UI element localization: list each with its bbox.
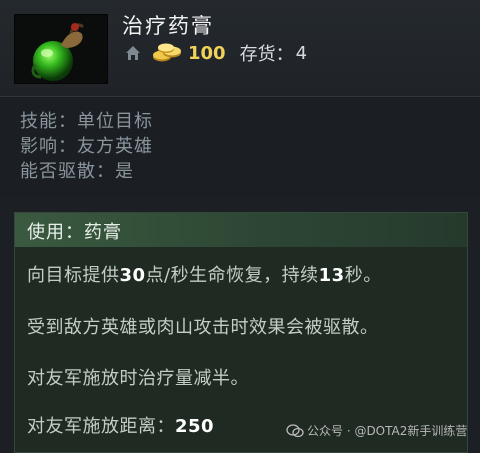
desc-text: 向目标提供 (27, 265, 120, 286)
attribute-dispellable: 能否驱散：是 (20, 157, 134, 183)
attribute-value: 友方英雄 (77, 136, 153, 157)
active-ability-box: 使用：药膏 向目标提供30点/秒生命恢复，持续13秒。 受到敌方英雄或肉山攻击时… (14, 212, 468, 453)
item-attributes: 技能：单位目标 影响：友方英雄 能否驱散：是 (0, 96, 480, 197)
healing-salve-item-icon (14, 14, 108, 84)
active-ability-title: 使用：药膏 (27, 222, 122, 243)
attribute-label: 能否驱散： (20, 161, 115, 182)
description-line-ally: 对友军施放时治疗量减半。 (27, 368, 249, 389)
home-icon (126, 46, 140, 60)
attribute-label: 影响： (20, 136, 77, 157)
wechat-icon (286, 423, 304, 437)
description-line-range: 对友军施放距离：250 (27, 412, 214, 438)
cost-row: 100 存货： 4 (124, 40, 307, 66)
cast-range-value: 250 (175, 416, 215, 437)
item-header: 治疗药膏 100 存货： 4 (0, 0, 480, 96)
desc-text: 点/秒生命恢复，持续 (145, 265, 319, 286)
active-ability-header: 使用：药膏 (15, 213, 467, 247)
attribute-label: 技能： (20, 111, 77, 132)
gold-coins-icon (153, 43, 181, 62)
attribute-value: 是 (115, 161, 134, 182)
stock-label: 存货： (239, 44, 294, 65)
duration-value: 13 (318, 265, 345, 286)
attribute-value: 单位目标 (77, 111, 153, 132)
gold-cost: 100 (188, 42, 226, 64)
hp-regen-value: 30 (119, 265, 146, 286)
watermark-text: 公众号 · @DOTA2新手训练营 (307, 424, 468, 438)
item-name: 治疗药膏 (122, 14, 214, 38)
watermark: 公众号 · @DOTA2新手训练营 (286, 422, 467, 439)
cast-range-label: 对友军施放距离： (27, 416, 175, 437)
attribute-ability: 技能：单位目标 (20, 107, 153, 133)
desc-text: 秒。 (344, 265, 382, 286)
attribute-affects: 影响：友方英雄 (20, 132, 153, 158)
description-line-dispel: 受到敌方英雄或肉山攻击时效果会被驱散。 (27, 317, 379, 338)
description-line-regen: 向目标提供30点/秒生命恢复，持续13秒。 (27, 261, 382, 287)
stock-value: 4 (295, 42, 308, 64)
